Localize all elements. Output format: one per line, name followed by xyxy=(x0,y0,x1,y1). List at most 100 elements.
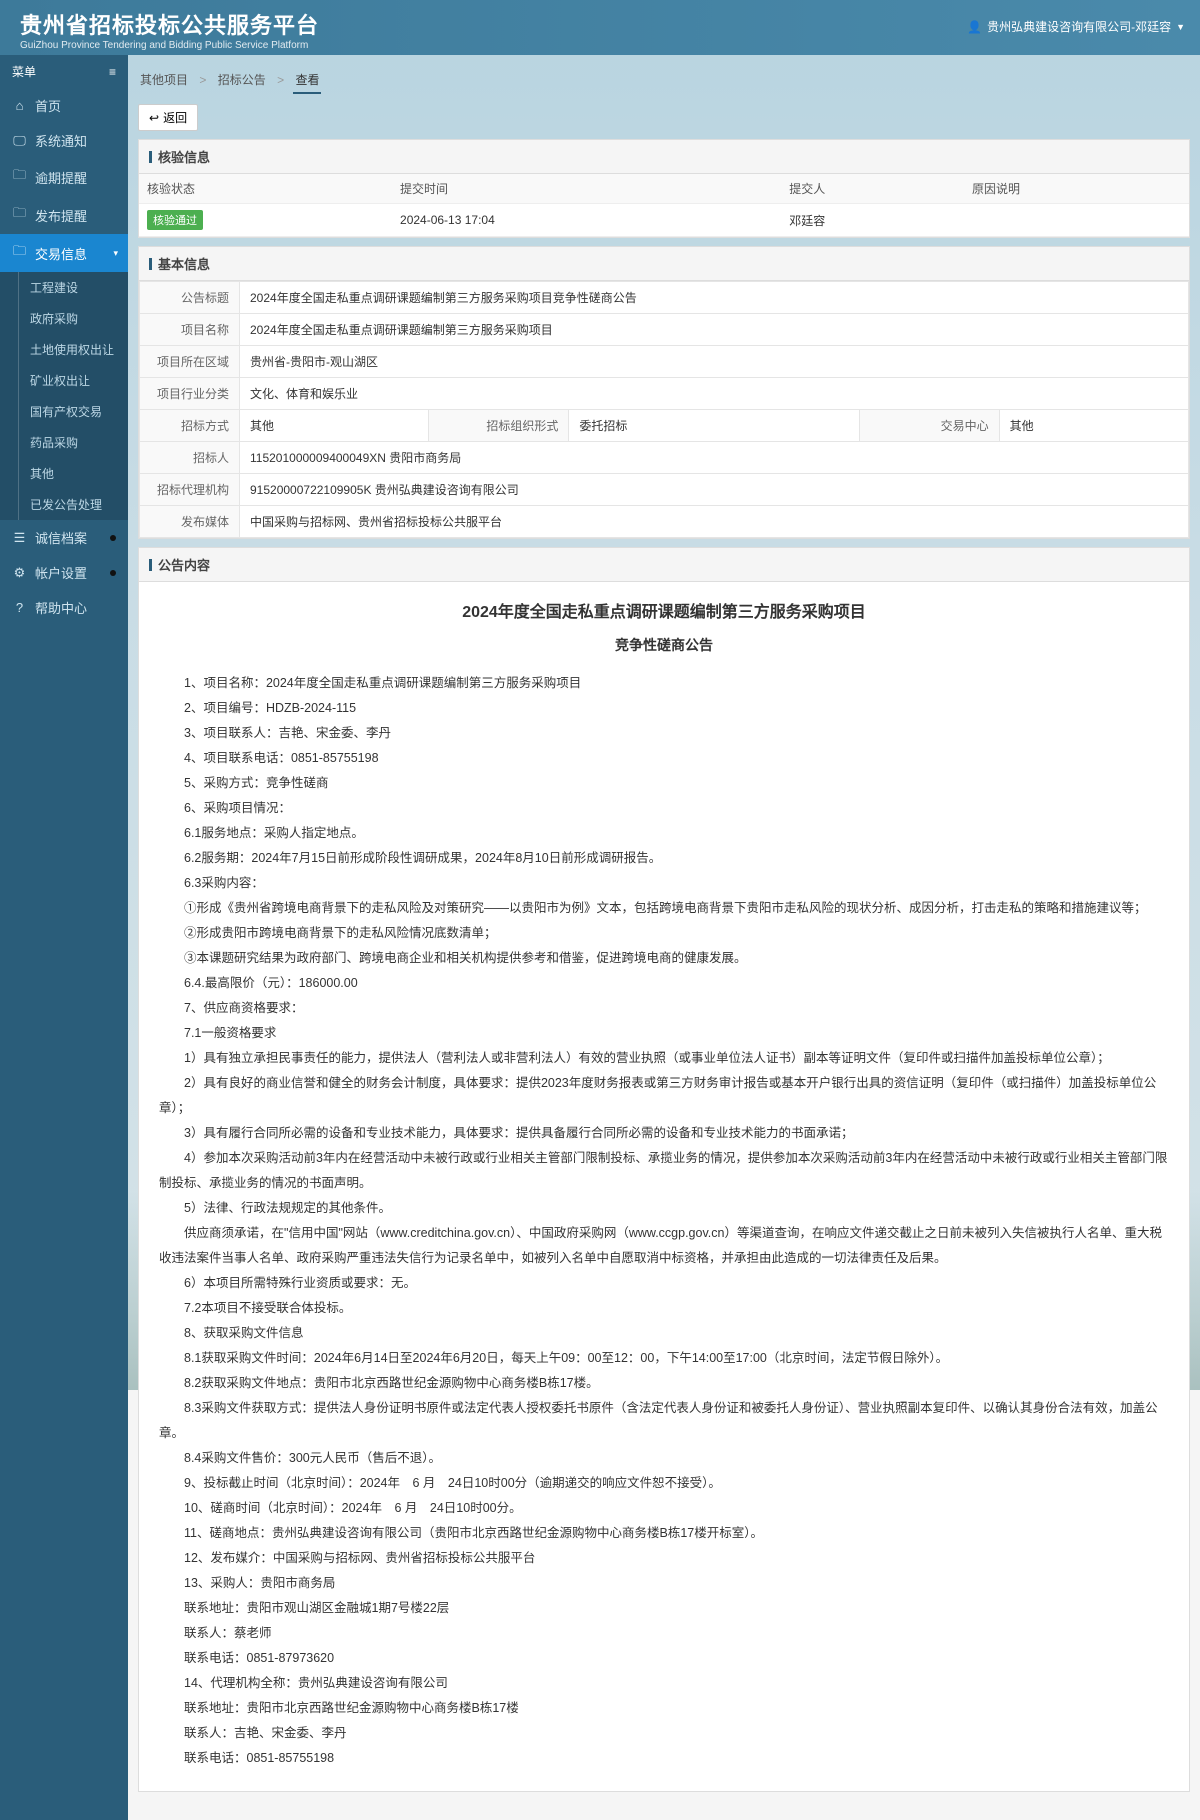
notice-body: 1、项目名称：2024年度全国走私重点调研课题编制第三方服务采购项目2、项目编号… xyxy=(159,671,1169,1771)
value: 中国采购与招标网、贵州省招标投标公共服平台 xyxy=(240,506,1189,538)
sidebar-item-home[interactable]: ⌂ 首页 xyxy=(0,88,128,123)
notice-line: 联系电话：0851-87973620 xyxy=(159,1646,1169,1671)
notice-line: 联系人：吉艳、宋金委、李丹 xyxy=(159,1721,1169,1746)
sidebar-sub-item[interactable]: 工程建设 xyxy=(0,272,128,303)
sidebar-item-integrity[interactable]: ☰ 诚信档案 xyxy=(0,520,128,555)
notice-line: 8.2获取采购文件地点：贵阳市北京西路世纪金源购物中心商务楼B栋17楼。 xyxy=(159,1371,1169,1396)
notice-line: 8.3采购文件获取方式：提供法人身份证明书原件或法定代表人授权委托书原件（含法定… xyxy=(159,1396,1169,1446)
th-reason: 原因说明 xyxy=(964,174,1189,204)
breadcrumb-item[interactable]: 其他项目 xyxy=(138,67,190,92)
cell-reason xyxy=(964,204,1189,237)
sidebar-item-trade[interactable]: 🗀 交易信息 ▾ xyxy=(0,234,128,272)
sidebar-header: 菜单 ≡ xyxy=(0,55,128,88)
sidebar-menu-label: 菜单 xyxy=(12,63,36,80)
verify-table: 核验状态 提交时间 提交人 原因说明 核验通过 2024-06-13 17:04… xyxy=(139,174,1189,237)
sidebar-item-label: 交易信息 xyxy=(35,244,87,263)
notice-line: 联系地址：贵阳市观山湖区金融城1期7号楼22层 xyxy=(159,1596,1169,1621)
sub-label: 已发公告处理 xyxy=(30,498,102,512)
notice-line: 7.1一般资格要求 xyxy=(159,1021,1169,1046)
cell-time: 2024-06-13 17:04 xyxy=(392,204,781,237)
notice-line: 9、投标截止时间（北京时间）：2024年 6 月 24日10时00分（逾期递交的… xyxy=(159,1471,1169,1496)
panel-header: 基本信息 xyxy=(139,247,1189,281)
back-button[interactable]: ↩ 返回 xyxy=(138,104,198,131)
notice-line: ②形成贵阳市跨境电商背景下的走私风险情况底数清单； xyxy=(159,921,1169,946)
panel-title: 基本信息 xyxy=(158,257,210,272)
cell-person: 邓廷容 xyxy=(781,204,964,237)
notice-line: 3）具有履行合同所必需的设备和专业技术能力，具体要求：提供具备履行合同所必需的设… xyxy=(159,1121,1169,1146)
notice-line: 2）具有良好的商业信誉和健全的财务会计制度，具体要求：提供2023年度财务报表或… xyxy=(159,1071,1169,1121)
breadcrumb-item[interactable]: 招标公告 xyxy=(216,67,268,92)
monitor-icon: 🖵 xyxy=(12,133,27,149)
sub-label: 国有产权交易 xyxy=(30,405,102,419)
label: 交易中心 xyxy=(859,410,999,442)
main-content: 其他项目 > 招标公告 > 查看 ↩ 返回 核验信息 核验状态 提交时间 提交人… xyxy=(128,55,1200,1820)
notice-content: 2024年度全国走私重点调研课题编制第三方服务采购项目 竞争性磋商公告 1、项目… xyxy=(139,582,1189,1791)
notice-line: 6）本项目所需特殊行业资质或要求：无。 xyxy=(159,1271,1169,1296)
th-person: 提交人 xyxy=(781,174,964,204)
label: 招标人 xyxy=(140,442,240,474)
label: 项目名称 xyxy=(140,314,240,346)
basic-info-table: 公告标题2024年度全国走私重点调研课题编制第三方服务采购项目竞争性磋商公告 项… xyxy=(139,281,1189,538)
notice-line: ①形成《贵州省跨境电商背景下的走私风险及对策研究——以贵阳市为例》文本，包括跨境… xyxy=(159,896,1169,921)
notice-line: 5、采购方式：竞争性磋商 xyxy=(159,771,1169,796)
notice-line: 联系电话：0851-85755198 xyxy=(159,1746,1169,1771)
sidebar-item-label: 帐户设置 xyxy=(35,563,87,582)
notice-line: ③本课题研究结果为政府部门、跨境电商企业和相关机构提供参考和借鉴，促进跨境电商的… xyxy=(159,946,1169,971)
notice-line: 6.2服务期：2024年7月15日前形成阶段性调研成果，2024年8月10日前形… xyxy=(159,846,1169,871)
sidebar-item-label: 帮助中心 xyxy=(35,598,87,617)
header-bar-icon xyxy=(149,151,152,163)
sidebar-item-publish[interactable]: 🗀 发布提醒 xyxy=(0,196,128,234)
notice-line: 7、供应商资格要求： xyxy=(159,996,1169,1021)
sidebar-item-label: 逾期提醒 xyxy=(35,168,87,187)
sidebar-sub-item[interactable]: 政府采购 xyxy=(0,303,128,334)
sub-label: 药品采购 xyxy=(30,436,78,450)
user-name: 贵州弘典建设咨询有限公司-邓廷容 xyxy=(987,18,1171,35)
sidebar-sub-item[interactable]: 已发公告处理 xyxy=(0,489,128,520)
label: 招标代理机构 xyxy=(140,474,240,506)
sidebar-item-account[interactable]: ⚙ 帐户设置 xyxy=(0,555,128,590)
notice-line: 7.2本项目不接受联合体投标。 xyxy=(159,1296,1169,1321)
notice-line: 1、项目名称：2024年度全国走私重点调研课题编制第三方服务采购项目 xyxy=(159,671,1169,696)
sub-label: 工程建设 xyxy=(30,281,78,295)
sidebar-sub-item[interactable]: 药品采购 xyxy=(0,427,128,458)
notice-line: 联系人：蔡老师 xyxy=(159,1621,1169,1646)
notice-line: 6.3采购内容： xyxy=(159,871,1169,896)
back-label: 返回 xyxy=(163,109,187,126)
sidebar-sub-item[interactable]: 国有产权交易 xyxy=(0,396,128,427)
value: 贵州省-贵阳市-观山湖区 xyxy=(240,346,1189,378)
th-status: 核验状态 xyxy=(139,174,392,204)
value: 91520000722109905K 贵州弘典建设咨询有限公司 xyxy=(240,474,1189,506)
notice-line: 5）法律、行政法规规定的其他条件。 xyxy=(159,1196,1169,1221)
user-menu[interactable]: 👤 贵州弘典建设咨询有限公司-邓廷容 ▼ xyxy=(967,18,1185,35)
gear-icon: ⚙ xyxy=(12,565,27,581)
panel-header: 公告内容 xyxy=(139,548,1189,582)
sub-label: 政府采购 xyxy=(30,312,78,326)
folder-icon: 🗀 xyxy=(12,242,27,264)
panel-title: 公告内容 xyxy=(158,558,210,573)
sidebar-item-notice[interactable]: 🖵 系统通知 xyxy=(0,123,128,158)
breadcrumb-sep: > xyxy=(199,73,206,87)
label: 项目所在区域 xyxy=(140,346,240,378)
sidebar-sub-item[interactable]: 土地使用权出让 xyxy=(0,334,128,365)
notice-line: 12、发布媒介：中国采购与招标网、贵州省招标投标公共服平台 xyxy=(159,1546,1169,1571)
sidebar-item-help[interactable]: ? 帮助中心 xyxy=(0,590,128,625)
sub-label: 土地使用权出让 xyxy=(30,343,114,357)
panel-title: 核验信息 xyxy=(158,150,210,165)
sidebar-collapse-icon[interactable]: ≡ xyxy=(109,65,116,79)
sidebar-item-label: 诚信档案 xyxy=(35,528,87,547)
notice-line: 6.1服务地点：采购人指定地点。 xyxy=(159,821,1169,846)
label: 招标方式 xyxy=(140,410,240,442)
value: 委托招标 xyxy=(569,410,859,442)
sidebar-item-overdue[interactable]: 🗀 逾期提醒 xyxy=(0,158,128,196)
content-panel: 公告内容 2024年度全国走私重点调研课题编制第三方服务采购项目 竞争性磋商公告… xyxy=(138,547,1190,1792)
header-bar-icon xyxy=(149,559,152,571)
sidebar-item-label: 发布提醒 xyxy=(35,206,87,225)
app-title: 贵州省招标投标公共服务平台 xyxy=(20,8,319,40)
value: 115201000009400049XN 贵阳市商务局 xyxy=(240,442,1189,474)
label: 发布媒体 xyxy=(140,506,240,538)
breadcrumb: 其他项目 > 招标公告 > 查看 xyxy=(138,63,1190,100)
badge-dot xyxy=(110,535,116,541)
value: 2024年度全国走私重点调研课题编制第三方服务采购项目竞争性磋商公告 xyxy=(240,282,1189,314)
sidebar-sub-item[interactable]: 其他 xyxy=(0,458,128,489)
sidebar-sub-item[interactable]: 矿业权出让 xyxy=(0,365,128,396)
